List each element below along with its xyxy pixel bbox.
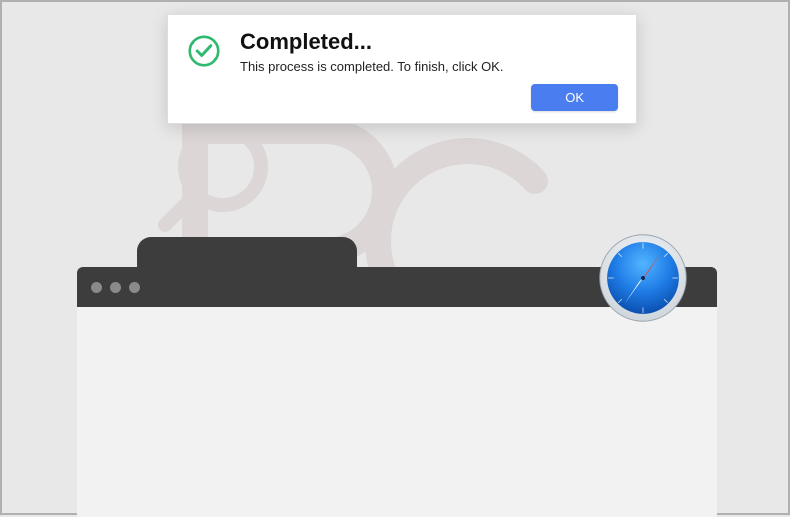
checkmark-circle-icon — [186, 33, 222, 74]
completed-dialog: Completed... This process is completed. … — [167, 14, 637, 124]
dialog-message: This process is completed. To finish, cl… — [240, 59, 618, 74]
window-close-dot[interactable] — [91, 282, 102, 293]
browser-viewport — [77, 307, 717, 517]
safari-icon — [597, 232, 689, 324]
browser-tab — [137, 237, 357, 271]
ok-button[interactable]: OK — [531, 84, 618, 111]
dialog-title: Completed... — [240, 29, 618, 55]
window-minimize-dot[interactable] — [110, 282, 121, 293]
window-zoom-dot[interactable] — [129, 282, 140, 293]
